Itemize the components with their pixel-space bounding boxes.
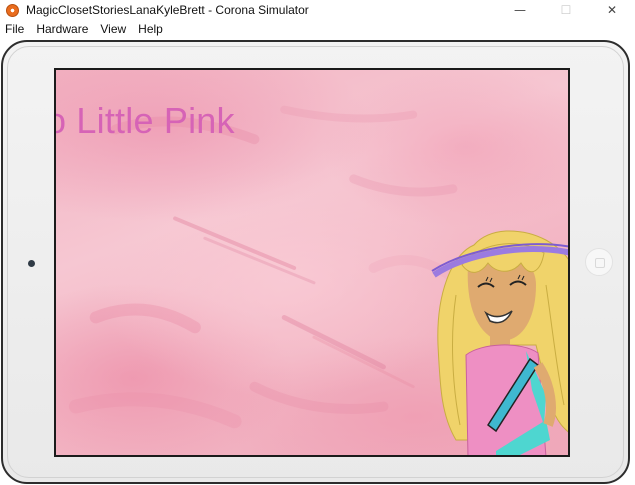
story-title-text: o Little Pink bbox=[54, 100, 235, 141]
window-title: MagicClosetStoriesLanaKyleBrett - Corona… bbox=[26, 3, 309, 17]
app-screen[interactable]: o Little Pink bbox=[54, 68, 570, 457]
camera-icon bbox=[28, 260, 35, 267]
menu-bar: File Hardware View Help bbox=[0, 20, 635, 39]
home-button[interactable] bbox=[585, 248, 613, 276]
corona-app-icon bbox=[6, 3, 19, 17]
window-controls: — ☐ ✕ bbox=[497, 0, 635, 20]
menu-file[interactable]: File bbox=[0, 20, 30, 39]
menu-help[interactable]: Help bbox=[132, 20, 169, 39]
menu-hardware[interactable]: Hardware bbox=[30, 20, 94, 39]
maximize-button[interactable]: ☐ bbox=[543, 0, 589, 20]
close-button[interactable]: ✕ bbox=[589, 0, 635, 20]
girl-character-illustration[interactable] bbox=[426, 225, 570, 457]
menu-view[interactable]: View bbox=[94, 20, 132, 39]
title-bar: MagicClosetStoriesLanaKyleBrett - Corona… bbox=[0, 0, 635, 20]
minimize-button[interactable]: — bbox=[497, 0, 543, 20]
